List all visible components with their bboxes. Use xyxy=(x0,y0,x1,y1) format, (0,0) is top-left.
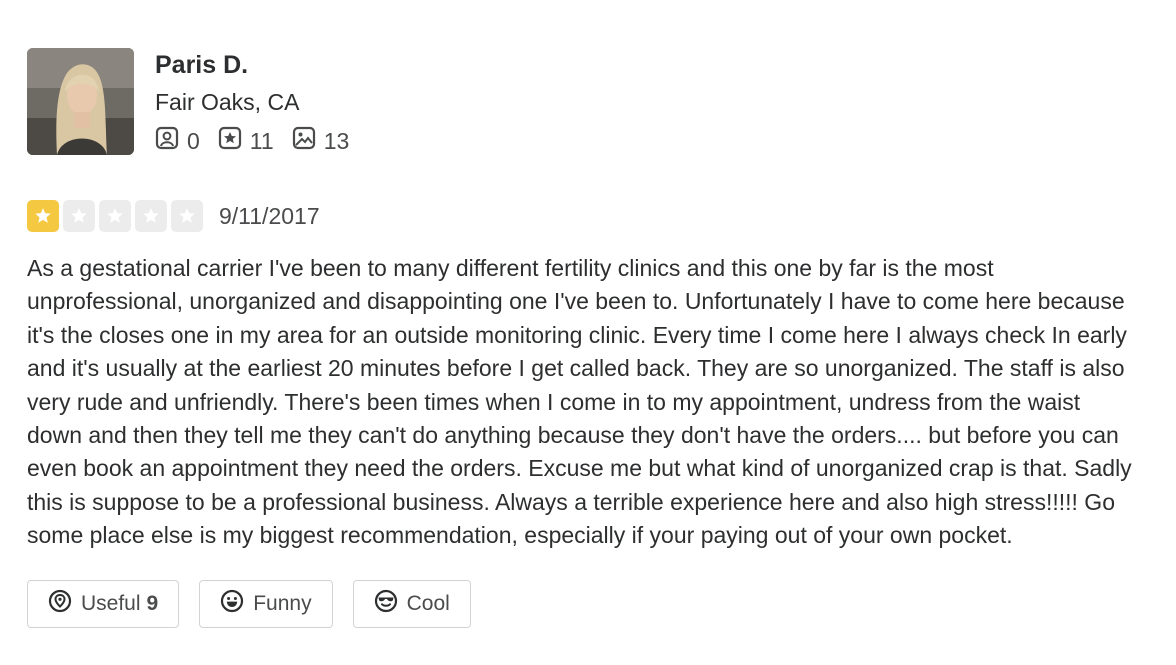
friends-count: 0 xyxy=(187,127,200,154)
review-card: Paris D. Fair Oaks, CA 0 11 13 9/11/2017… xyxy=(27,48,1132,628)
reviews-count: 11 xyxy=(249,127,274,154)
avatar[interactable] xyxy=(27,48,134,155)
star-empty xyxy=(171,200,203,232)
star-rating xyxy=(27,200,207,232)
funny-icon xyxy=(220,589,253,619)
star-empty xyxy=(135,200,167,232)
user-stats: 0 11 13 xyxy=(155,126,367,156)
review-actions: Useful 9 Funny Cool xyxy=(27,579,1127,628)
funny-button[interactable]: Funny xyxy=(199,579,333,628)
friends-icon xyxy=(155,126,187,156)
rating-row: 9/11/2017 xyxy=(27,200,1127,232)
star-empty xyxy=(63,200,95,232)
photos-icon xyxy=(292,126,324,156)
friends-stat: 0 xyxy=(155,126,200,156)
star-empty xyxy=(99,200,131,232)
user-name[interactable]: Paris D. xyxy=(155,50,367,80)
reviews-stat: 11 xyxy=(218,126,274,156)
cool-label: Cool xyxy=(406,591,450,615)
photos-count: 13 xyxy=(323,127,350,154)
cool-icon xyxy=(374,589,407,619)
review-date: 9/11/2017 xyxy=(219,202,320,229)
review-star-icon xyxy=(218,126,250,156)
star-filled xyxy=(27,200,59,232)
user-location: Fair Oaks, CA xyxy=(155,89,300,115)
useful-count: 9 xyxy=(146,591,159,615)
cool-button[interactable]: Cool xyxy=(352,579,471,628)
useful-icon xyxy=(48,589,81,619)
photos-stat: 13 xyxy=(292,126,350,156)
funny-label: Funny xyxy=(253,591,312,615)
user-passport: Paris D. Fair Oaks, CA 0 11 13 xyxy=(27,48,1127,156)
review-text: As a gestational carrier I've been to ma… xyxy=(27,255,1132,549)
user-info: Paris D. Fair Oaks, CA 0 11 13 xyxy=(155,48,367,156)
useful-label: Useful xyxy=(81,591,141,615)
useful-button[interactable]: Useful 9 xyxy=(27,579,180,628)
